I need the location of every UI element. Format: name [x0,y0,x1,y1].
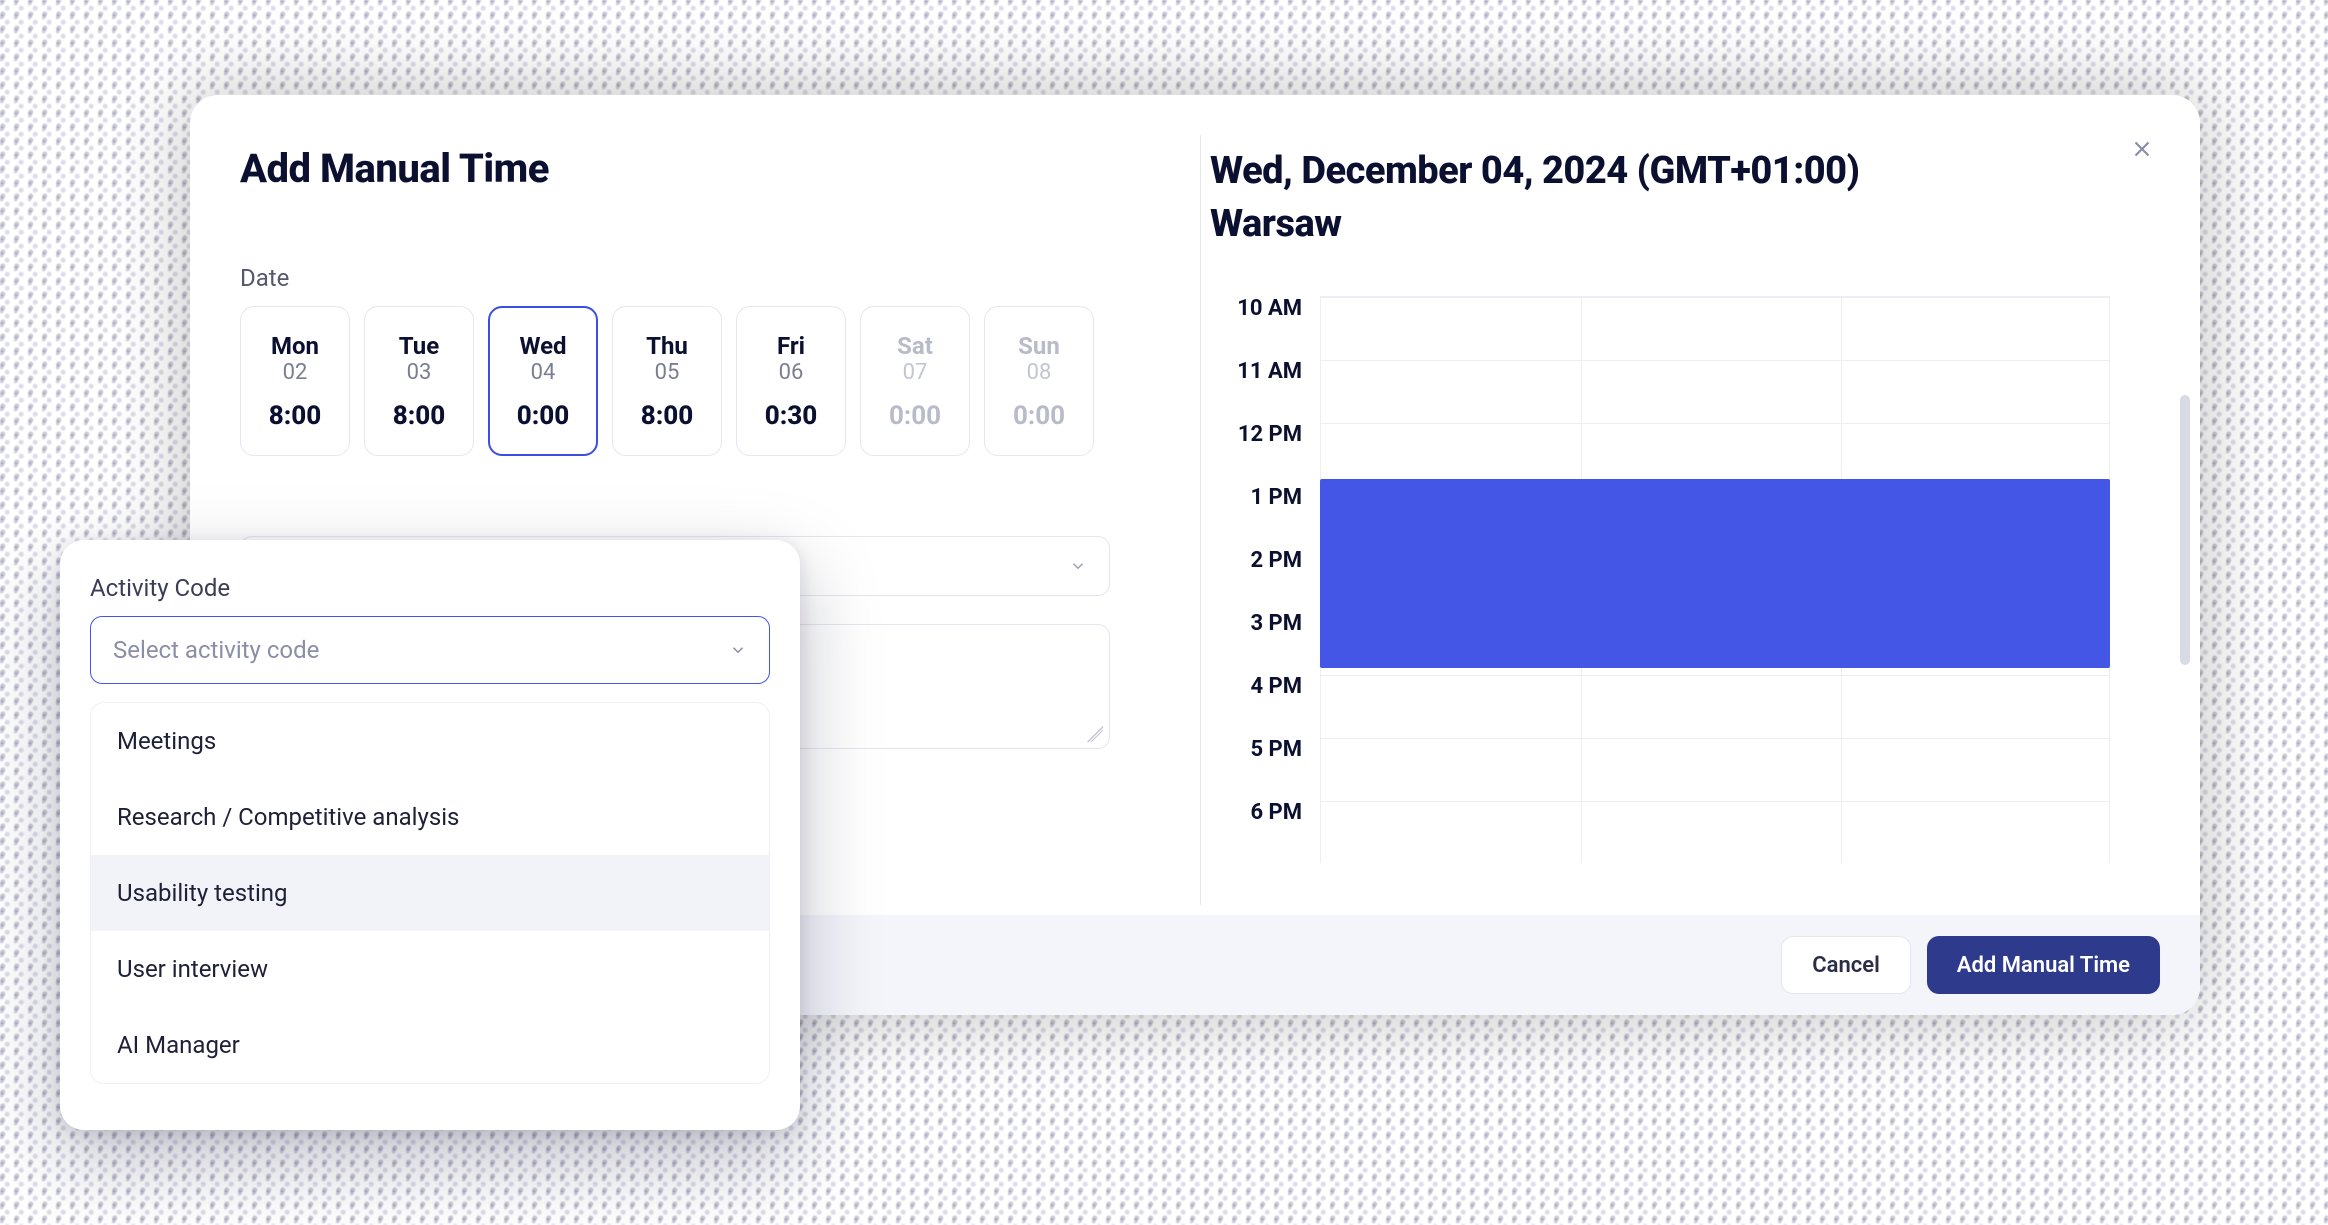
day-chip-wed[interactable]: Wed04 0:00 [488,306,598,456]
hour-label: 6 PM [1210,800,1320,825]
day-chip-mon[interactable]: Mon02 8:00 [240,306,350,456]
activity-option[interactable]: User interview [91,931,769,1007]
activity-code-options: MeetingsResearch / Competitive analysisU… [90,702,770,1084]
day-hours: 0:30 [765,401,818,431]
day-hours: 8:00 [393,401,446,431]
selected-day-title: Wed, December 04, 2024 (GMT+01:00) Warsa… [1210,145,1990,251]
modal-title: Add Manual Time [240,145,1110,192]
activity-option[interactable]: Meetings [91,703,769,779]
day-number: 03 [407,360,432,385]
day-number: 04 [531,360,556,385]
activity-code-popover: Activity Code Select activity code Meeti… [60,540,800,1130]
day-chip-sat: Sat07 0:00 [860,306,970,456]
day-number: 07 [903,360,928,385]
hour-label: 1 PM [1210,485,1320,510]
day-hours: 8:00 [641,401,694,431]
day-name: Fri [777,332,805,360]
hour-row: 11 AM [1210,359,2110,422]
hour-row: 6 PM [1210,800,2110,863]
date-label: Date [240,264,1110,292]
day-chip-sun: Sun08 0:00 [984,306,1094,456]
hour-label: 11 AM [1210,359,1320,384]
day-number: 05 [655,360,680,385]
add-manual-time-button[interactable]: Add Manual Time [1927,936,2160,994]
chevron-down-icon [729,641,747,659]
hour-row: 4 PM [1210,674,2110,737]
day-name: Sun [1018,332,1060,360]
day-chip-tue[interactable]: Tue03 8:00 [364,306,474,456]
day-hours: 8:00 [269,401,322,431]
day-hours: 0:00 [889,401,941,431]
time-block[interactable] [1320,479,2110,668]
hour-row: 10 AM [1210,296,2110,359]
day-hours: 0:00 [1013,401,1065,431]
right-pane: Wed, December 04, 2024 (GMT+01:00) Warsa… [1170,95,2200,1015]
activity-code-select[interactable]: Select activity code [90,616,770,684]
day-timeline[interactable]: 10 AM 11 AM 12 PM 1 PM 2 PM 3 PM 4 PM 5 PM 6 PM [1210,296,2140,856]
day-name: Tue [399,332,439,360]
close-icon[interactable] [2124,131,2160,167]
day-number: 08 [1027,360,1052,385]
activity-option[interactable]: AI Manager [91,1007,769,1083]
timeline-scrollbar[interactable] [2180,395,2190,665]
day-chip-thu[interactable]: Thu05 8:00 [612,306,722,456]
date-picker-row: Mon028:00Tue038:00Wed040:00Thu058:00Fri0… [240,306,1110,456]
day-name: Sat [897,332,933,360]
day-name: Mon [271,332,319,360]
hour-label: 2 PM [1210,548,1320,573]
activity-option[interactable]: Research / Competitive analysis [91,779,769,855]
hour-row: 5 PM [1210,737,2110,800]
day-name: Wed [519,332,566,360]
hour-label: 10 AM [1210,296,1320,321]
activity-option[interactable]: Usability testing [91,855,769,931]
hour-label: 4 PM [1210,674,1320,699]
hour-label: 12 PM [1210,422,1320,447]
day-hours: 0:00 [517,401,570,431]
hour-label: 5 PM [1210,737,1320,762]
day-name: Thu [646,332,688,360]
hour-label: 3 PM [1210,611,1320,636]
day-chip-fri[interactable]: Fri06 0:30 [736,306,846,456]
chevron-down-icon [1069,557,1087,575]
activity-code-label: Activity Code [90,574,770,602]
cancel-button[interactable]: Cancel [1781,936,1911,994]
day-number: 06 [779,360,804,385]
activity-code-placeholder: Select activity code [113,636,319,664]
hour-row: 12 PM [1210,422,2110,485]
day-number: 02 [283,360,308,385]
